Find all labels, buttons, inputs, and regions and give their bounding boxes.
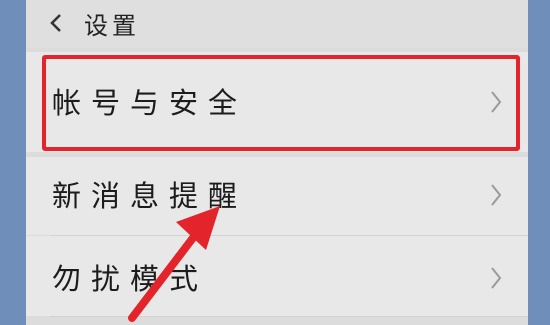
settings-item-new-message-notification[interactable]: 新消息提醒 bbox=[26, 157, 528, 235]
nav-bar: 设置 bbox=[26, 0, 528, 48]
back-chevron-icon[interactable] bbox=[46, 12, 68, 34]
settings-item-label: 勿扰模式 bbox=[52, 262, 209, 296]
settings-screen: 设置 帐号与安全 新消息提醒 勿扰模式 bbox=[26, 0, 528, 325]
row-divider bbox=[50, 316, 528, 317]
settings-item-do-not-disturb[interactable]: 勿扰模式 bbox=[26, 236, 528, 316]
chevron-right-icon bbox=[491, 267, 502, 289]
settings-item-label: 新消息提醒 bbox=[52, 179, 248, 213]
page-title: 设置 bbox=[84, 12, 140, 40]
chevron-right-icon bbox=[491, 184, 502, 206]
highlight-box bbox=[42, 55, 520, 151]
